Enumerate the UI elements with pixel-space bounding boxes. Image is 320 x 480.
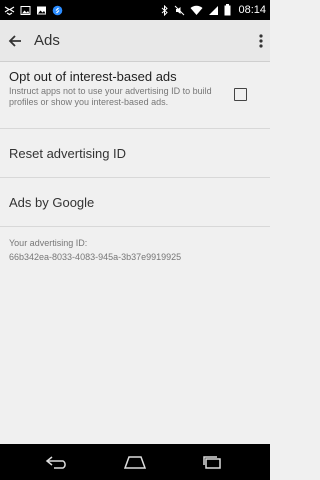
opt-out-title: Opt out of interest-based ads [9,69,177,84]
opt-out-text: Opt out of interest-based ads Instruct a… [9,62,226,108]
home-icon[interactable] [115,444,155,480]
status-bar: 08:14 [0,0,270,20]
shazam-icon [52,5,63,16]
photo-icon [36,5,47,16]
mute-icon [174,5,185,16]
dropbox-icon [4,5,15,16]
overflow-menu-icon[interactable] [252,20,270,62]
advertising-id-value: 66b342ea-8033-4083-945a-3b37e9919925 [9,252,182,262]
notification-icons [4,5,63,16]
signal-icon [208,5,219,16]
opt-out-preference[interactable]: Opt out of interest-based ads Instruct a… [0,62,270,129]
system-icons: 08:14 [160,4,266,16]
navigation-bar [0,444,270,480]
action-bar: Ads [0,20,270,62]
ads-by-google-preference[interactable]: Ads by Google [0,178,270,227]
advertising-id-info: Your advertising ID: 66b342ea-8033-4083-… [0,227,270,263]
bluetooth-icon [160,4,169,16]
opt-out-checkbox[interactable] [234,88,247,101]
status-time: 08:14 [238,4,266,16]
ads-by-google-title: Ads by Google [9,194,95,210]
back-icon[interactable] [38,444,78,480]
page-title: Ads [34,32,60,49]
wifi-icon [190,5,203,16]
reset-advertising-id-preference[interactable]: Reset advertising ID [0,129,270,178]
recents-icon[interactable] [192,444,232,480]
advertising-id-label: Your advertising ID: [9,238,88,248]
image-icon [20,5,31,16]
preferences-list: Opt out of interest-based ads Instruct a… [0,62,270,263]
opt-out-summary: Instruct apps not to use your advertisin… [9,86,212,107]
reset-advertising-id-title: Reset advertising ID [9,145,127,161]
back-arrow-icon[interactable] [2,20,28,62]
battery-icon [224,4,231,16]
